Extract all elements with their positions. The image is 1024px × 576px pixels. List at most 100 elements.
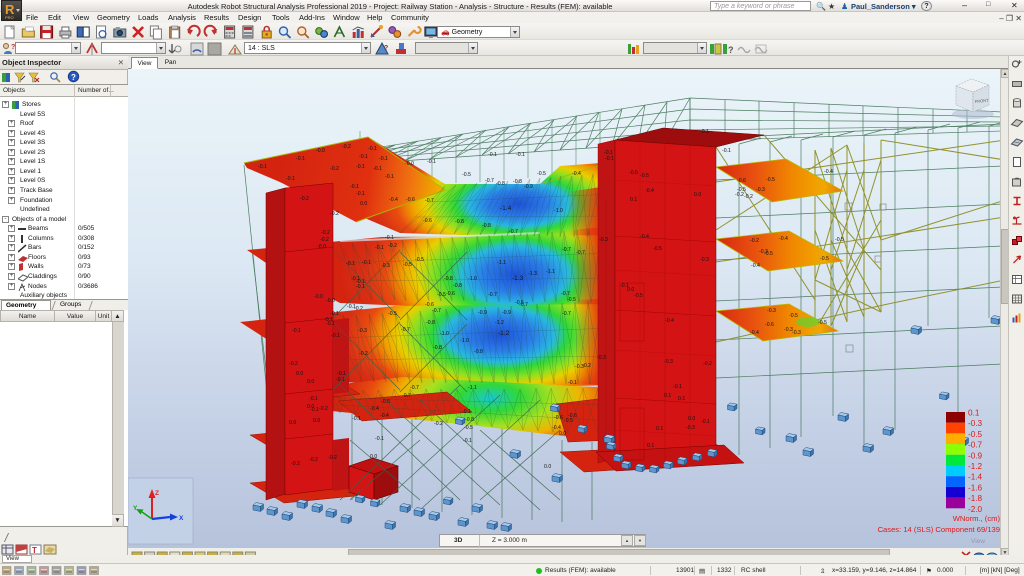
svg-text:-0.5: -0.5 <box>537 171 546 177</box>
svg-text:-0.4: -0.4 <box>389 197 398 203</box>
svg-text:-0.1: -0.1 <box>462 409 471 415</box>
svg-text:-0.5: -0.5 <box>789 313 798 319</box>
svg-text:-0.2: -0.2 <box>328 455 337 461</box>
svg-text:-0.7: -0.7 <box>576 250 585 256</box>
svg-text:-0.1: -0.1 <box>463 438 472 444</box>
svg-text:0.0: 0.0 <box>313 418 320 424</box>
svg-text:View: View <box>971 538 985 545</box>
svg-text:-0.5: -0.5 <box>634 293 643 299</box>
svg-text:-0.1: -0.1 <box>324 317 333 323</box>
svg-text:-0.4: -0.4 <box>640 234 649 240</box>
svg-text:0.0: 0.0 <box>688 416 695 422</box>
svg-text:0.0: 0.0 <box>307 379 314 385</box>
svg-text:-0.1: -0.1 <box>331 333 340 339</box>
svg-text:-0.1: -0.1 <box>385 235 394 241</box>
svg-text:-0.9: -0.9 <box>968 451 983 460</box>
svg-text:-0.4: -0.4 <box>572 171 581 177</box>
svg-text:-0.9: -0.9 <box>502 310 511 316</box>
svg-text:-0.0: -0.0 <box>405 161 414 167</box>
svg-text:-0.4: -0.4 <box>380 413 389 419</box>
svg-text:-1.1: -1.1 <box>468 385 477 391</box>
svg-text:-0.0: -0.0 <box>326 298 335 304</box>
svg-text:-0.1: -0.1 <box>385 174 394 180</box>
svg-text:-0.8: -0.8 <box>433 345 442 351</box>
svg-text:-1.1: -1.1 <box>546 269 555 275</box>
svg-text:0.1: 0.1 <box>968 409 980 418</box>
svg-text:-0.5: -0.5 <box>437 292 446 298</box>
svg-text:0.0: 0.0 <box>289 420 296 426</box>
svg-text:-0.6: -0.6 <box>446 291 455 297</box>
svg-text:-0.5: -0.5 <box>653 246 662 252</box>
svg-text:-0.1: -0.1 <box>356 191 365 197</box>
svg-text:-0.7: -0.7 <box>488 292 497 298</box>
svg-text:-0.4: -0.4 <box>779 236 788 242</box>
svg-text:-0.2: -0.2 <box>319 406 328 412</box>
svg-text:-0.8: -0.8 <box>465 417 474 423</box>
svg-text:-0.5: -0.5 <box>640 173 649 179</box>
svg-text:-0.2: -0.2 <box>330 211 339 217</box>
svg-text:-0.8: -0.8 <box>474 349 483 355</box>
svg-text:-0.4: -0.4 <box>824 169 833 175</box>
svg-text:-0.1: -0.1 <box>488 152 497 158</box>
svg-text:-0.5: -0.5 <box>567 297 576 303</box>
svg-text:-0.1: -0.1 <box>359 154 368 160</box>
svg-text:-0.3: -0.3 <box>756 187 765 193</box>
svg-text:0.0: 0.0 <box>694 192 701 198</box>
svg-text:-0.7: -0.7 <box>562 247 571 253</box>
svg-text:-0.8: -0.8 <box>426 320 435 326</box>
svg-text:-0.5: -0.5 <box>818 320 827 326</box>
svg-text:-0.3: -0.3 <box>599 237 608 243</box>
svg-text:-0.1: -0.1 <box>346 261 355 267</box>
svg-text:-0.9: -0.9 <box>478 310 487 316</box>
svg-text:-0.5: -0.5 <box>464 425 473 431</box>
svg-text:-0.5: -0.5 <box>564 418 573 424</box>
svg-text:-0.5: -0.5 <box>403 262 412 268</box>
svg-text:-0.1: -0.1 <box>352 416 361 422</box>
svg-text:-0.8: -0.8 <box>444 276 453 282</box>
svg-text:-0.1: -0.1 <box>427 159 436 165</box>
svg-text:-1.3: -1.3 <box>528 271 537 277</box>
svg-text:-0.8: -0.8 <box>496 181 505 187</box>
svg-text:0.0: 0.0 <box>544 464 551 470</box>
svg-text:-0.3: -0.3 <box>575 364 584 370</box>
svg-text:-0.1: -0.1 <box>722 148 731 154</box>
svg-text:-0.7: -0.7 <box>401 327 410 333</box>
svg-text:-1.6: -1.6 <box>968 483 983 492</box>
svg-text:-0.1: -0.1 <box>356 164 365 170</box>
svg-text:-0.3: -0.3 <box>358 328 367 334</box>
svg-text:-0.1: -0.1 <box>673 384 682 390</box>
svg-text:-0.6: -0.6 <box>554 415 563 421</box>
svg-text:-1.3: -1.3 <box>512 275 524 282</box>
svg-text:-1.4: -1.4 <box>968 473 983 482</box>
svg-text:-0.2: -0.2 <box>289 361 298 367</box>
svg-text:-1.0: -1.0 <box>468 276 477 282</box>
svg-text:-0.2: -0.2 <box>359 351 368 357</box>
svg-text:-1.4: -1.4 <box>500 205 512 212</box>
svg-text:-0.5: -0.5 <box>629 170 638 176</box>
svg-text:-0.1: -0.1 <box>310 407 319 413</box>
svg-text:-0.1: -0.1 <box>309 396 318 402</box>
svg-text:-0.3: -0.3 <box>664 359 673 365</box>
svg-text:-0.6: -0.6 <box>737 178 746 184</box>
svg-text:-0.2: -0.2 <box>320 237 329 243</box>
svg-text:X: X <box>179 515 184 522</box>
svg-text:0.0: 0.0 <box>627 287 634 293</box>
svg-text:T: T <box>32 546 37 555</box>
svg-text:0.1: 0.1 <box>656 426 663 432</box>
svg-text:-0.3: -0.3 <box>968 419 983 428</box>
svg-text:-0.7: -0.7 <box>425 198 434 204</box>
svg-text:-0.4: -0.4 <box>665 318 674 324</box>
svg-text:-0.2: -0.2 <box>750 238 759 244</box>
svg-text:-0.5: -0.5 <box>766 177 775 183</box>
svg-text:-0.8: -0.8 <box>455 219 464 225</box>
svg-text:-0.5: -0.5 <box>462 172 471 178</box>
svg-text:-0.2: -0.2 <box>735 192 744 198</box>
svg-text:?: ? <box>384 45 388 52</box>
svg-text:-0.8: -0.8 <box>482 223 491 229</box>
svg-text:-0.2: -0.2 <box>434 421 443 427</box>
svg-text:-0.8: -0.8 <box>513 179 522 185</box>
svg-text:-0.3: -0.3 <box>700 257 709 263</box>
svg-text:0.1: 0.1 <box>664 393 671 399</box>
svg-text:-0.4: -0.4 <box>645 188 654 194</box>
svg-text:-0.7: -0.7 <box>432 308 441 314</box>
